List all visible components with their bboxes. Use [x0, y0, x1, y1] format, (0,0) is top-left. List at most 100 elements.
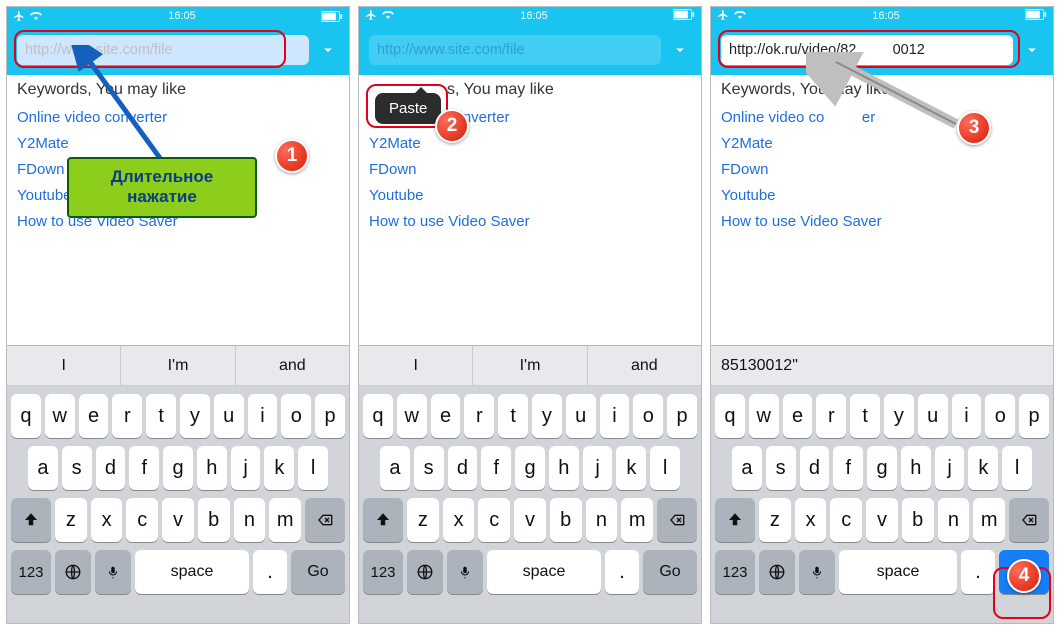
key-r[interactable]: r	[816, 394, 846, 438]
key-dot[interactable]: .	[253, 550, 287, 594]
key-w[interactable]: w	[45, 394, 75, 438]
key-j[interactable]: j	[583, 446, 613, 490]
key-h[interactable]: h	[549, 446, 579, 490]
key-123[interactable]: 123	[363, 550, 403, 594]
keyword-link[interactable]: Youtube	[721, 183, 1043, 209]
key-shift[interactable]	[363, 498, 403, 542]
key-r[interactable]: r	[464, 394, 494, 438]
prediction[interactable]: I	[359, 346, 473, 385]
key-o[interactable]: o	[633, 394, 663, 438]
key-globe[interactable]	[55, 550, 91, 594]
key-w[interactable]: w	[749, 394, 779, 438]
key-i[interactable]: i	[600, 394, 630, 438]
key-p[interactable]: p	[667, 394, 697, 438]
key-mic[interactable]	[799, 550, 835, 594]
key-b[interactable]: b	[550, 498, 582, 542]
key-t[interactable]: t	[146, 394, 176, 438]
dropdown-button[interactable]	[317, 39, 339, 61]
key-backspace[interactable]	[657, 498, 697, 542]
key-e[interactable]: e	[431, 394, 461, 438]
key-globe[interactable]	[759, 550, 795, 594]
key-s[interactable]: s	[766, 446, 796, 490]
key-l[interactable]: l	[1002, 446, 1032, 490]
key-n[interactable]: n	[586, 498, 618, 542]
keyword-link[interactable]: Online video converter	[17, 105, 339, 131]
key-n[interactable]: n	[938, 498, 970, 542]
key-y[interactable]: y	[532, 394, 562, 438]
key-b[interactable]: b	[902, 498, 934, 542]
key-n[interactable]: n	[234, 498, 266, 542]
keyword-link[interactable]: FDown	[369, 157, 691, 183]
key-p[interactable]: p	[1019, 394, 1049, 438]
key-g[interactable]: g	[515, 446, 545, 490]
key-v[interactable]: v	[514, 498, 546, 542]
key-b[interactable]: b	[198, 498, 230, 542]
key-space[interactable]: space	[839, 550, 957, 594]
key-p[interactable]: p	[315, 394, 345, 438]
key-m[interactable]: m	[973, 498, 1005, 542]
key-e[interactable]: e	[783, 394, 813, 438]
key-j[interactable]: j	[935, 446, 965, 490]
key-f[interactable]: f	[481, 446, 511, 490]
keyword-link[interactable]: FDown	[721, 157, 1043, 183]
key-y[interactable]: y	[884, 394, 914, 438]
key-q[interactable]: q	[715, 394, 745, 438]
url-input[interactable]	[369, 35, 661, 65]
key-k[interactable]: k	[968, 446, 998, 490]
key-globe[interactable]	[407, 550, 443, 594]
key-shift[interactable]	[11, 498, 51, 542]
prediction[interactable]: 85130012"	[711, 346, 1053, 385]
prediction[interactable]: I'm	[473, 346, 587, 385]
key-z[interactable]: z	[55, 498, 87, 542]
keyword-link[interactable]: Y2Mate	[721, 131, 1043, 157]
keyword-link[interactable]: How to use Video Saver	[369, 209, 691, 235]
key-s[interactable]: s	[62, 446, 92, 490]
key-a[interactable]: a	[28, 446, 58, 490]
keyword-link[interactable]: Youtube	[369, 183, 691, 209]
key-j[interactable]: j	[231, 446, 261, 490]
key-f[interactable]: f	[833, 446, 863, 490]
key-r[interactable]: r	[112, 394, 142, 438]
key-x[interactable]: x	[91, 498, 123, 542]
key-backspace[interactable]	[305, 498, 345, 542]
prediction[interactable]: and	[588, 346, 701, 385]
paste-popover[interactable]: Paste	[375, 93, 441, 124]
key-x[interactable]: x	[795, 498, 827, 542]
key-u[interactable]: u	[214, 394, 244, 438]
key-x[interactable]: x	[443, 498, 475, 542]
dropdown-button[interactable]	[1021, 39, 1043, 61]
keyword-link[interactable]: How to use Video Saver	[721, 209, 1043, 235]
key-u[interactable]: u	[918, 394, 948, 438]
key-u[interactable]: u	[566, 394, 596, 438]
key-h[interactable]: h	[197, 446, 227, 490]
key-c[interactable]: c	[126, 498, 158, 542]
key-i[interactable]: i	[248, 394, 278, 438]
key-e[interactable]: e	[79, 394, 109, 438]
key-q[interactable]: q	[363, 394, 393, 438]
key-o[interactable]: o	[281, 394, 311, 438]
key-d[interactable]: d	[96, 446, 126, 490]
key-f[interactable]: f	[129, 446, 159, 490]
key-g[interactable]: g	[867, 446, 897, 490]
key-q[interactable]: q	[11, 394, 41, 438]
key-a[interactable]: a	[380, 446, 410, 490]
key-dot[interactable]: .	[961, 550, 995, 594]
key-shift[interactable]	[715, 498, 755, 542]
keyword-link[interactable]: Online video co	[721, 109, 824, 126]
key-go[interactable]: Go	[643, 550, 697, 594]
key-s[interactable]: s	[414, 446, 444, 490]
prediction[interactable]: I	[7, 346, 121, 385]
key-m[interactable]: m	[269, 498, 301, 542]
key-d[interactable]: d	[448, 446, 478, 490]
prediction[interactable]: and	[236, 346, 349, 385]
key-l[interactable]: l	[650, 446, 680, 490]
key-z[interactable]: z	[407, 498, 439, 542]
keyword-link[interactable]: Y2Mate	[369, 131, 691, 157]
prediction[interactable]: I'm	[121, 346, 235, 385]
key-backspace[interactable]	[1009, 498, 1049, 542]
url-input[interactable]	[721, 35, 1013, 65]
key-h[interactable]: h	[901, 446, 931, 490]
key-k[interactable]: k	[264, 446, 294, 490]
key-w[interactable]: w	[397, 394, 427, 438]
key-k[interactable]: k	[616, 446, 646, 490]
